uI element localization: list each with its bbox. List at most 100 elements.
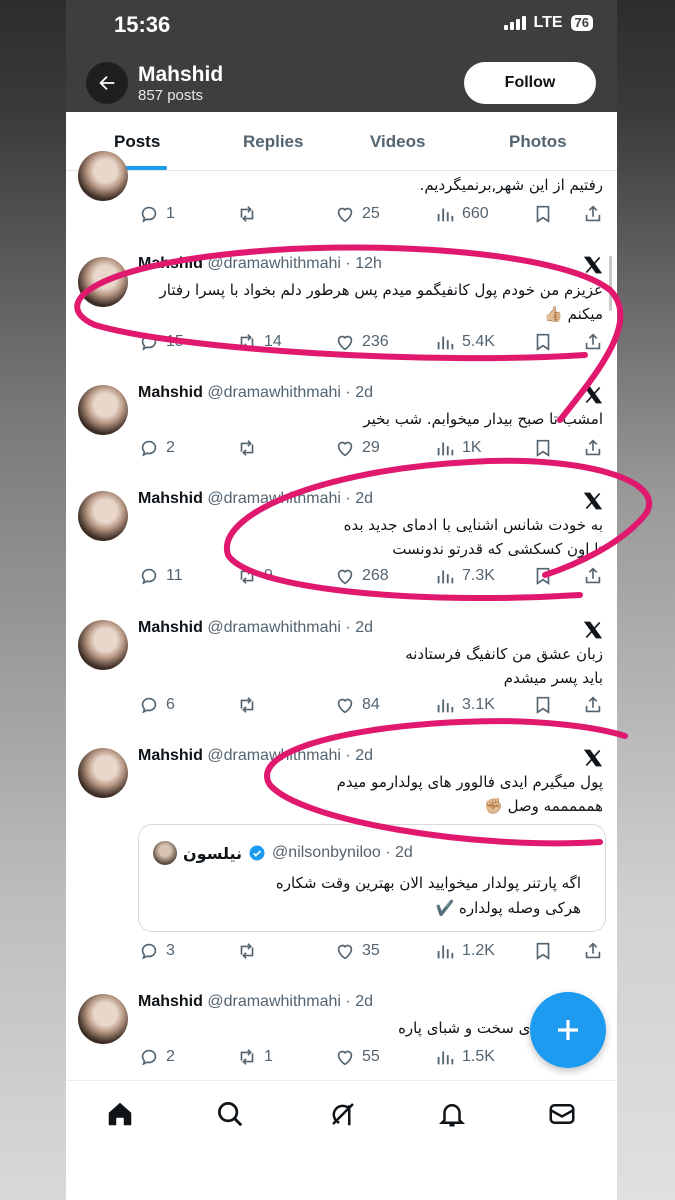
tweet[interactable]: رفتیم از این شهر,برنمیگردیم. 1 25 660 [66, 151, 617, 242]
bookmark-button[interactable] [532, 203, 554, 225]
reply-button[interactable]: 6 [138, 694, 175, 716]
notifications-icon[interactable] [437, 1099, 467, 1129]
share-button[interactable] [582, 203, 604, 225]
background-right [617, 0, 675, 1200]
retweet-button[interactable]: 9 [236, 565, 273, 587]
arrow-left-icon [99, 75, 115, 91]
views-icon [437, 1051, 454, 1065]
follow-button[interactable]: Follow [464, 62, 596, 104]
bottom-navigation [66, 1080, 617, 1200]
bookmark-button[interactable] [532, 331, 554, 353]
avatar[interactable] [78, 385, 128, 435]
bookmark-icon [536, 333, 550, 351]
retweet-icon [240, 697, 254, 713]
bookmark-button[interactable] [532, 565, 554, 587]
tweet-header: Mahshid @dramawhithmahi · 2d [138, 747, 373, 764]
like-button[interactable]: 29 [334, 437, 380, 459]
views-button[interactable]: 1.2K [434, 940, 495, 962]
bookmark-icon [536, 696, 550, 714]
retweet-button[interactable] [236, 694, 264, 716]
views-button[interactable]: 3.1K [434, 694, 495, 716]
plus-icon [558, 1020, 578, 1040]
like-button[interactable]: 25 [334, 203, 380, 225]
tweet[interactable]: Mahshid @dramawhithmahi · 2d امشب تا صبح… [66, 371, 617, 478]
tweet-text: امشب تا صبح بیدار میخوابم. شب بخیر [363, 410, 603, 428]
retweet-button[interactable] [236, 437, 264, 459]
reply-icon [141, 440, 157, 457]
reply-button[interactable]: 2 [138, 437, 175, 459]
views-icon [437, 208, 454, 222]
share-icon [585, 439, 601, 456]
views-icon [437, 699, 454, 713]
bookmark-button[interactable] [532, 437, 554, 459]
tab-videos[interactable]: Videos [370, 132, 425, 152]
quoted-tweet[interactable]: نیلسون @nilsonbyniloo · 2d اگه پارتنر پو… [138, 824, 606, 932]
avatar[interactable] [78, 748, 128, 798]
avatar[interactable] [78, 620, 128, 670]
like-button[interactable]: 35 [334, 940, 380, 962]
like-button[interactable]: 55 [334, 1046, 380, 1068]
heart-icon [337, 1050, 353, 1066]
home-icon[interactable] [105, 1099, 135, 1129]
share-button[interactable] [582, 331, 604, 353]
share-button[interactable] [582, 437, 604, 459]
bookmark-button[interactable] [532, 940, 554, 962]
retweet-button[interactable]: 1 [236, 1046, 273, 1068]
like-button[interactable]: 236 [334, 331, 389, 353]
heart-icon [337, 335, 353, 351]
avatar[interactable] [78, 257, 128, 307]
tweet[interactable]: Mahshid @dramawhithmahi · 2d پول میگیرم … [66, 734, 617, 981]
avatar[interactable] [78, 491, 128, 541]
tab-replies[interactable]: Replies [243, 132, 303, 152]
share-button[interactable] [582, 940, 604, 962]
views-button[interactable]: 5.4K [434, 331, 495, 353]
reply-icon [141, 334, 157, 351]
share-button[interactable] [582, 694, 604, 716]
x-logo-icon [583, 749, 603, 767]
tab-posts[interactable]: Posts [114, 132, 160, 152]
reply-icon [141, 206, 157, 223]
share-icon [585, 333, 601, 350]
tweet[interactable]: Mahshid @dramawhithmahi · 2d زبان عشق من… [66, 606, 617, 735]
share-icon [585, 696, 601, 713]
views-button[interactable]: 7.3K [434, 565, 495, 587]
reply-button[interactable]: 3 [138, 940, 175, 962]
share-button[interactable] [582, 565, 604, 587]
status-indicators: LTE 76 [503, 14, 593, 32]
reply-icon [141, 1049, 157, 1066]
views-button[interactable]: 1.5K [434, 1046, 495, 1068]
tweet-text: عزیزم من خودم پول کانفیگمو میدم پس هرطور… [159, 281, 603, 323]
tweet[interactable]: Mahshid @dramawhithmahi · 12h عزیزم من خ… [66, 241, 617, 372]
reply-button[interactable]: 11 [138, 565, 183, 587]
grok-icon[interactable] [328, 1099, 358, 1129]
views-button[interactable]: 660 [434, 203, 489, 225]
search-icon[interactable] [215, 1099, 245, 1129]
quoted-avatar [153, 841, 177, 865]
tweet-header: Mahshid @dramawhithmahi · 2d [138, 619, 373, 636]
tweet[interactable]: Mahshid @dramawhithmahi · 2d به خودت شان… [66, 477, 617, 607]
like-button[interactable]: 268 [334, 565, 389, 587]
retweet-button[interactable] [236, 203, 264, 225]
x-logo-icon [583, 256, 603, 274]
bookmark-icon [536, 942, 550, 960]
scrollbar-thumb[interactable] [609, 256, 612, 311]
like-button[interactable]: 84 [334, 694, 380, 716]
tab-photos[interactable]: Photos [509, 132, 567, 152]
signal-icon [503, 16, 526, 30]
views-button[interactable]: 1K [434, 437, 482, 459]
bookmark-button[interactable] [532, 694, 554, 716]
retweet-icon [240, 206, 254, 222]
back-button[interactable] [86, 62, 128, 104]
retweet-button[interactable]: 14 [236, 331, 282, 353]
compose-button[interactable] [530, 992, 606, 1068]
phone-screen: 15:36 LTE 76 Mahshid 857 posts Follow Po… [66, 0, 617, 1200]
avatar[interactable] [78, 151, 128, 201]
network-label: LTE [533, 14, 563, 31]
reply-button[interactable]: 15 [138, 331, 184, 353]
messages-icon[interactable] [547, 1099, 577, 1129]
reply-button[interactable]: 1 [138, 203, 175, 225]
reply-button[interactable]: 2 [138, 1046, 175, 1068]
retweet-button[interactable] [236, 940, 264, 962]
background-left [0, 0, 66, 1200]
tweet-actions: 2 29 1K [138, 437, 608, 461]
